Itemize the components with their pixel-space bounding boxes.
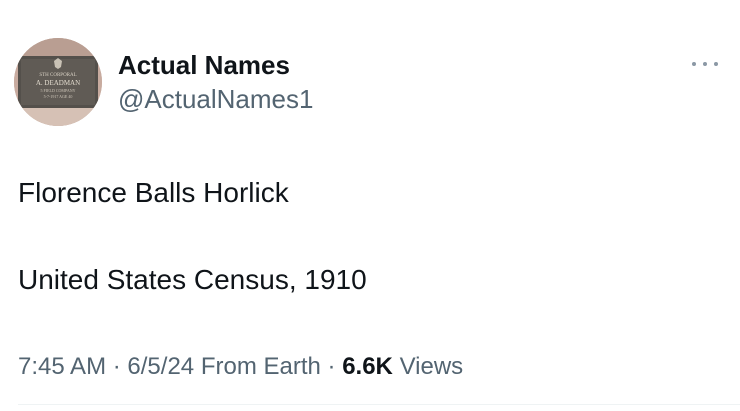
tweet-date[interactable]: 6/5/24 [127, 353, 194, 380]
avatar-text-line-1: STH CORPORAL [39, 73, 76, 78]
avatar-text-line-2: A. DEADMAN [36, 79, 80, 87]
tweet-meta: 7:45 AM · 6/5/24 From Earth · 6.6K Views [18, 352, 463, 382]
views-count[interactable]: 6.6K [342, 353, 393, 380]
avatar-image: STH CORPORAL A. DEADMAN 5 FIELD COMPANY … [14, 38, 102, 126]
more-dot [703, 62, 707, 66]
tweet-text-line: United States Census, 1910 [18, 264, 367, 295]
tweet-time[interactable]: 7:45 AM [18, 353, 106, 380]
views-label[interactable]: Views [400, 353, 464, 380]
tweet-card: STH CORPORAL A. DEADMAN 5 FIELD COMPANY … [0, 0, 740, 411]
meta-separator: · [327, 353, 336, 380]
more-horizontal-icon[interactable] [692, 56, 718, 72]
more-dot [714, 62, 718, 66]
more-dot [692, 62, 696, 66]
avatar-text-line-4: 5-7-1917 AGE 40 [44, 94, 73, 99]
divider [18, 404, 740, 405]
author-handle[interactable]: @ActualNames1 [118, 84, 313, 114]
avatar[interactable]: STH CORPORAL A. DEADMAN 5 FIELD COMPANY … [14, 38, 102, 126]
tweet-text-line: Florence Balls Horlick [18, 177, 289, 208]
tweet-source: From Earth [200, 353, 321, 380]
meta-separator: · [112, 353, 121, 380]
avatar-text-line-3: 5 FIELD COMPANY [41, 88, 76, 93]
author-display-name[interactable]: Actual Names [118, 50, 290, 80]
